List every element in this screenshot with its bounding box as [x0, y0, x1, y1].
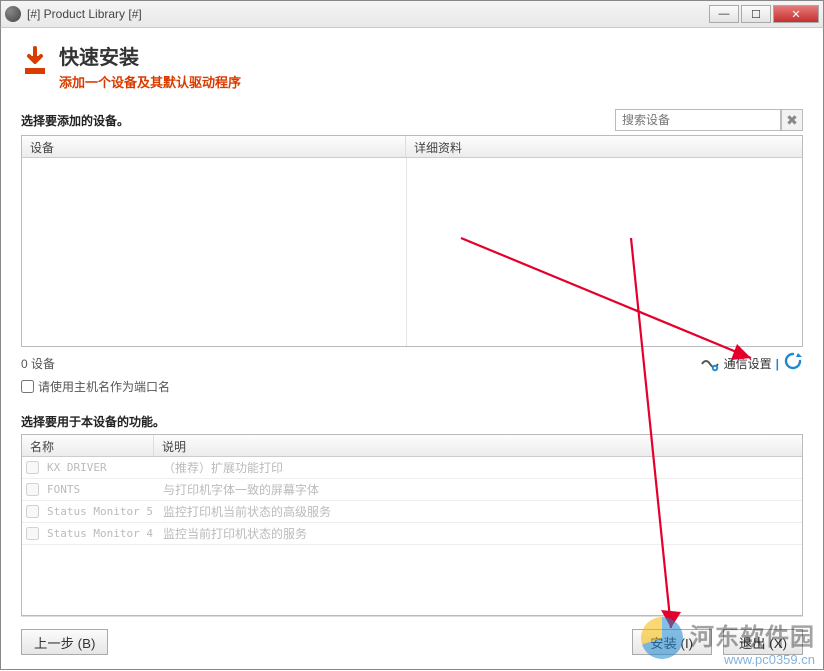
- feature-name: FONTS: [47, 483, 163, 496]
- feature-desc: 监控当前打印机状态的服务: [163, 525, 307, 542]
- quick-install-icon: [21, 46, 51, 78]
- back-button[interactable]: 上一步 (B): [21, 629, 108, 655]
- features-table: 名称 说明 KX DRIVER（推荐）扩展功能打印FONTS与打印机字体一致的屏…: [21, 434, 803, 616]
- watermark-logo: [641, 617, 683, 659]
- app-icon: [5, 6, 21, 22]
- close-button[interactable]: ✕: [773, 5, 819, 23]
- comm-settings-icon: [700, 355, 720, 373]
- page-title: 快速安装: [59, 46, 241, 70]
- comm-settings-label: 通信设置: [724, 355, 772, 372]
- clear-search-button[interactable]: ✖: [781, 109, 803, 131]
- col-device[interactable]: 设备: [22, 136, 406, 157]
- feature-desc: （推荐）扩展功能打印: [163, 459, 283, 476]
- footer: 上一步 (B) 安装 (I) 退出 (X): [21, 616, 803, 655]
- minimize-button[interactable]: —: [709, 5, 739, 23]
- page-header: 快速安装 添加一个设备及其默认驱动程序: [21, 46, 803, 91]
- device-count: 0 设备: [21, 355, 55, 372]
- table-row: FONTS与打印机字体一致的屏幕字体: [22, 479, 802, 501]
- col-desc[interactable]: 说明: [154, 435, 802, 456]
- devices-section-label: 选择要添加的设备。: [21, 112, 129, 129]
- feature-desc: 与打印机字体一致的屏幕字体: [163, 481, 319, 498]
- feature-name: Status Monitor 5: [47, 505, 163, 518]
- table-row: Status Monitor 5监控打印机当前状态的高级服务: [22, 501, 802, 523]
- comm-settings-link[interactable]: 通信设置: [700, 355, 772, 373]
- col-name[interactable]: 名称: [22, 435, 154, 456]
- refresh-button[interactable]: [783, 351, 803, 376]
- devices-table: 设备 详细资料: [21, 135, 803, 347]
- feature-name: Status Monitor 4: [47, 527, 163, 540]
- feature-desc: 监控打印机当前状态的高级服务: [163, 503, 331, 520]
- feature-checkbox[interactable]: [26, 461, 39, 474]
- features-section-label: 选择要用于本设备的功能。: [21, 413, 803, 430]
- search-input[interactable]: [615, 109, 781, 131]
- window-titlebar: [#] Product Library [#] — ☐ ✕: [0, 0, 824, 28]
- feature-checkbox[interactable]: [26, 483, 39, 496]
- hostname-checkbox[interactable]: [21, 380, 34, 393]
- feature-name: KX DRIVER: [47, 461, 163, 474]
- separator: |: [776, 357, 779, 371]
- hostname-checkbox-label: 请使用主机名作为端口名: [38, 378, 170, 395]
- page-subtitle: 添加一个设备及其默认驱动程序: [59, 72, 241, 91]
- devices-table-body: [22, 158, 802, 346]
- col-details[interactable]: 详细资料: [406, 136, 802, 157]
- feature-checkbox[interactable]: [26, 527, 39, 540]
- window-title: [#] Product Library [#]: [27, 7, 707, 21]
- maximize-button[interactable]: ☐: [741, 5, 771, 23]
- table-row: Status Monitor 4监控当前打印机状态的服务: [22, 523, 802, 545]
- feature-checkbox[interactable]: [26, 505, 39, 518]
- exit-button[interactable]: 退出 (X): [723, 629, 803, 655]
- table-row: KX DRIVER（推荐）扩展功能打印: [22, 457, 802, 479]
